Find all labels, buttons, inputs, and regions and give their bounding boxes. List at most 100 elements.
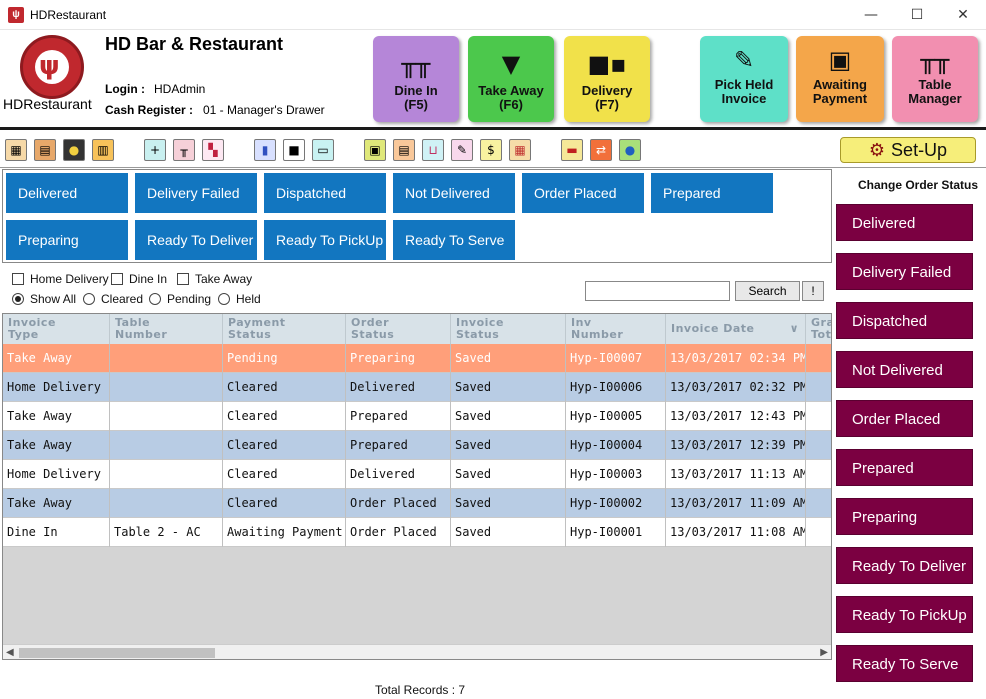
table-cell: Delivered bbox=[346, 373, 451, 402]
screen-icon[interactable]: ▣ bbox=[364, 139, 386, 161]
scroll-left-icon[interactable]: ◀ bbox=[6, 645, 14, 659]
horizontal-scrollbar[interactable]: ◀ ▶ bbox=[3, 644, 831, 659]
table-cell bbox=[806, 489, 831, 518]
scroll-right-icon[interactable]: ▶ bbox=[820, 645, 828, 659]
fork-spoon-icon: ψ bbox=[39, 51, 60, 81]
vehicle-icon[interactable]: ▬ bbox=[561, 139, 583, 161]
filter-delivery-failed[interactable]: Delivery Failed bbox=[135, 173, 257, 213]
table-manager-button[interactable]: ╥╥ Table Manager bbox=[892, 36, 978, 122]
truck-icon: ■▪ bbox=[587, 50, 627, 78]
transfer-icon[interactable]: ⇄ bbox=[590, 139, 612, 161]
cart-icon[interactable]: ⊔ bbox=[422, 139, 444, 161]
layout-icon[interactable]: ▚ bbox=[202, 139, 224, 161]
pick-held-invoice-button[interactable]: ✎ Pick Held Invoice bbox=[700, 36, 788, 122]
col-grand-total[interactable]: GraTot bbox=[806, 314, 831, 344]
cup-icon: ▼ bbox=[501, 50, 521, 78]
user-icon[interactable]: ● bbox=[619, 139, 641, 161]
calendar-icon[interactable]: ▦ bbox=[509, 139, 531, 161]
checkbox-dine-in[interactable]: Dine In bbox=[111, 272, 167, 286]
table-row[interactable]: Home Delivery Cleared Delivered Saved Hyp-I0… bbox=[3, 460, 831, 489]
table-cell: Home Delivery bbox=[3, 373, 110, 402]
maximize-button[interactable]: ☐ bbox=[894, 0, 940, 30]
col-payment-status[interactable]: Payment Status bbox=[223, 314, 346, 344]
scroll-thumb[interactable] bbox=[19, 648, 215, 658]
table-row[interactable]: Home Delivery Cleared Delivered Saved Hyp-I0… bbox=[3, 373, 831, 402]
filter-dispatched[interactable]: Dispatched bbox=[264, 173, 386, 213]
chart-icon[interactable]: ▮ bbox=[254, 139, 276, 161]
setup-button[interactable]: ⚙ Set-Up bbox=[840, 137, 976, 163]
radio-cleared[interactable]: Cleared bbox=[83, 292, 143, 306]
col-order-status[interactable]: Order Status bbox=[346, 314, 451, 344]
money-icon: ▣ bbox=[828, 46, 852, 74]
delivery-truck-icon[interactable]: ■ bbox=[283, 139, 305, 161]
status-button-not-delivered[interactable]: Not Delivered bbox=[836, 351, 973, 388]
table-cell: Prepared bbox=[346, 402, 451, 431]
filter-delivered[interactable]: Delivered bbox=[6, 173, 128, 213]
table-row[interactable]: Take Away Cleared Order Placed Saved Hyp-I00… bbox=[3, 489, 831, 518]
minimize-button[interactable]: — bbox=[848, 0, 894, 30]
login-label: Login : bbox=[105, 82, 145, 96]
status-button-ready-to-deliver[interactable]: Ready To Deliver bbox=[836, 547, 973, 584]
register-icon[interactable]: ▦ bbox=[5, 139, 27, 161]
display-icon[interactable]: ▭ bbox=[312, 139, 334, 161]
filter-order-placed[interactable]: Order Placed bbox=[522, 173, 644, 213]
table-row[interactable]: Take Away Cleared Prepared Saved Hyp-I00004 1… bbox=[3, 431, 831, 460]
filter-ready-to-serve[interactable]: Ready To Serve bbox=[393, 220, 515, 260]
radio-show-all[interactable]: Show All bbox=[12, 292, 76, 306]
receipt-icon[interactable]: $ bbox=[480, 139, 502, 161]
status-button-dispatched[interactable]: Dispatched bbox=[836, 302, 973, 339]
table-cell: Cleared bbox=[223, 460, 346, 489]
report-icon[interactable]: ▥ bbox=[92, 139, 114, 161]
checkbox-home-delivery[interactable]: Home Delivery bbox=[12, 272, 109, 286]
col-inv-number[interactable]: Inv Number bbox=[566, 314, 666, 344]
status-button-delivered[interactable]: Delivered bbox=[836, 204, 973, 241]
table-cell: 13/03/2017 12:43 PM bbox=[666, 402, 806, 431]
filter-ready-to-pickup[interactable]: Ready To PickUp bbox=[264, 220, 386, 260]
col-invoice-type[interactable]: Invoice Type bbox=[3, 314, 110, 344]
status-button-ready-to-serve[interactable]: Ready To Serve bbox=[836, 645, 973, 682]
window-title: HDRestaurant bbox=[30, 8, 107, 22]
table-cell: Order Placed bbox=[346, 518, 451, 547]
table-cell: Take Away bbox=[3, 431, 110, 460]
awaiting-payment-button[interactable]: ▣ Awaiting Payment bbox=[796, 36, 884, 122]
status-button-ready-to-pickup[interactable]: Ready To PickUp bbox=[836, 596, 973, 633]
table-cell: Saved bbox=[451, 431, 566, 460]
col-invoice-date[interactable]: Invoice Date ∨ bbox=[666, 314, 806, 344]
filter-prepared[interactable]: Prepared bbox=[651, 173, 773, 213]
col-invoice-status[interactable]: Invoice Status bbox=[451, 314, 566, 344]
status-button-preparing[interactable]: Preparing bbox=[836, 498, 973, 535]
take-away-button[interactable]: ▼ Take Away (F6) bbox=[468, 36, 554, 122]
notes-icon[interactable]: ✎ bbox=[451, 139, 473, 161]
search-button[interactable]: Search bbox=[735, 281, 800, 301]
radio-held[interactable]: Held bbox=[218, 292, 261, 306]
filter-ready-to-deliver[interactable]: Ready To Deliver bbox=[135, 220, 257, 260]
table-row[interactable]: Take Away Cleared Prepared Saved Hyp-I00005 1… bbox=[3, 402, 831, 431]
extra-search-button[interactable]: ! bbox=[802, 281, 824, 301]
table-row[interactable]: Dine In Table 2 - AC Awaiting Payment Order… bbox=[3, 518, 831, 547]
menu-icon[interactable]: ▤ bbox=[34, 139, 56, 161]
table-list-icon[interactable]: ╥ bbox=[173, 139, 195, 161]
add-table-icon[interactable]: + bbox=[144, 139, 166, 161]
dine-in-button[interactable]: ╥╥ Dine In (F5) bbox=[373, 36, 459, 122]
status-button-delivery-failed[interactable]: Delivery Failed bbox=[836, 253, 973, 290]
chat-icon[interactable]: ● bbox=[63, 139, 85, 161]
col-table-number[interactable]: Table Number bbox=[110, 314, 223, 344]
table-cell: Hyp-I00005 bbox=[566, 402, 666, 431]
table-cell: Cleared bbox=[223, 431, 346, 460]
filter-preparing[interactable]: Preparing bbox=[6, 220, 128, 260]
search-input[interactable] bbox=[585, 281, 730, 301]
radio-pending[interactable]: Pending bbox=[149, 292, 211, 306]
total-records: Total Records : 7 bbox=[375, 683, 466, 697]
table-cell: Hyp-I00003 bbox=[566, 460, 666, 489]
close-button[interactable]: ✕ bbox=[940, 0, 986, 30]
table-icon: ╥╥ bbox=[920, 46, 950, 74]
table-cell: 13/03/2017 12:39 PM bbox=[666, 431, 806, 460]
document-icon[interactable]: ▤ bbox=[393, 139, 415, 161]
checkbox-take-away[interactable]: Take Away bbox=[177, 272, 252, 286]
table-row[interactable]: Take Away Pending Preparing Saved Hyp-I00007… bbox=[3, 344, 831, 373]
status-button-order-placed[interactable]: Order Placed bbox=[836, 400, 973, 437]
delivery-button[interactable]: ■▪ Delivery (F7) bbox=[564, 36, 650, 122]
status-button-prepared[interactable]: Prepared bbox=[836, 449, 973, 486]
change-order-status-title: Change Order Status bbox=[858, 178, 979, 192]
filter-not-delivered[interactable]: Not Delivered bbox=[393, 173, 515, 213]
